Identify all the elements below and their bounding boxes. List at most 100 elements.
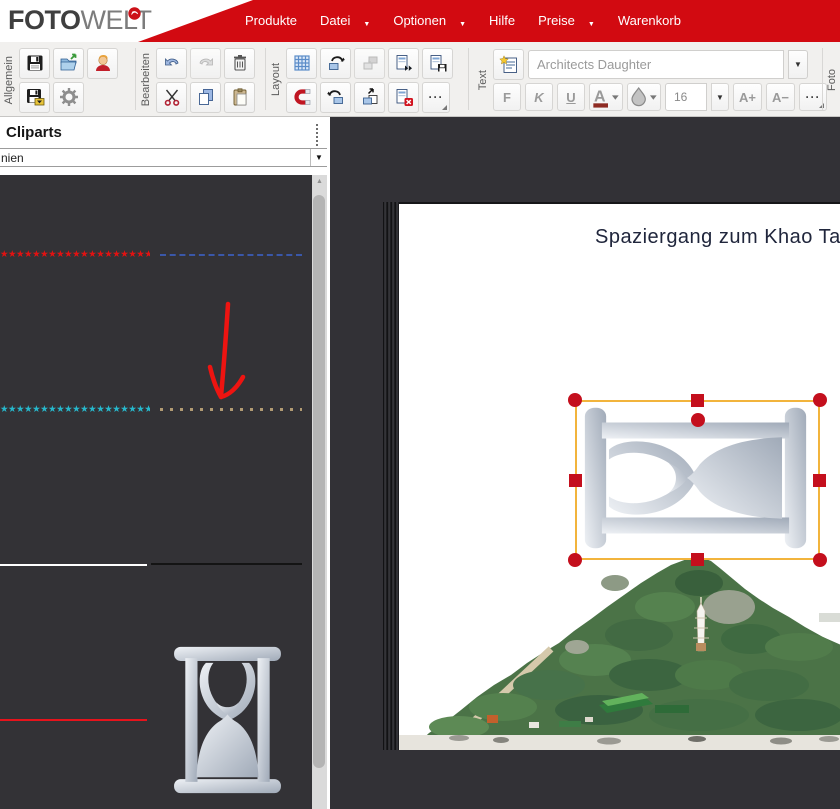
rotate-handle[interactable] xyxy=(691,413,705,427)
layout-more-button[interactable]: ··· xyxy=(422,82,450,113)
italic-button[interactable]: K xyxy=(525,83,553,111)
undo-icon xyxy=(162,53,182,73)
resize-handle-right[interactable] xyxy=(813,474,826,487)
font-size-input[interactable]: 16 xyxy=(665,83,707,111)
clipart-dashed-line-blue[interactable] xyxy=(160,254,302,256)
grid-button[interactable] xyxy=(286,48,317,79)
group-label-allgemein: Allgemein xyxy=(3,56,16,104)
clipart-hourglass[interactable] xyxy=(170,645,285,795)
page-save-icon xyxy=(428,53,448,73)
font-color-button[interactable]: A xyxy=(589,83,623,111)
align-button[interactable] xyxy=(354,48,385,79)
copy-button[interactable] xyxy=(190,82,221,113)
arrange-front-button[interactable] xyxy=(354,82,385,113)
font-family-select[interactable]: Architects Daughter xyxy=(528,50,784,79)
resize-handle-left[interactable] xyxy=(569,474,582,487)
resize-handle-top-left[interactable] xyxy=(568,393,582,407)
menu-hilfe[interactable]: Hilfe xyxy=(489,13,515,28)
resize-handle-bottom-left[interactable] xyxy=(568,553,582,567)
resize-handle-top[interactable] xyxy=(691,394,704,407)
snap-magnet-button[interactable] xyxy=(286,82,317,113)
svg-text:A: A xyxy=(594,88,606,105)
open-folder-icon xyxy=(59,53,79,73)
scissors-icon xyxy=(162,87,182,107)
font-family-dropdown-button[interactable]: ▼ xyxy=(788,50,808,79)
settings-button[interactable] xyxy=(53,82,84,113)
resize-handle-bottom-right[interactable] xyxy=(813,553,827,567)
menu-warenkorb[interactable]: Warenkorb xyxy=(618,13,681,28)
scrollbar-thumb[interactable] xyxy=(313,195,325,768)
cut-button[interactable] xyxy=(156,82,187,113)
undo-button[interactable] xyxy=(156,48,187,79)
menu-datei[interactable]: Datei▼ xyxy=(320,13,370,28)
delete-page-button[interactable] xyxy=(388,82,419,113)
add-textfield-icon xyxy=(499,55,519,75)
align-objects-icon xyxy=(360,53,380,73)
clipart-star-line-cyan[interactable]: ★★★★★★★★★★★★★★★★★★★★ xyxy=(0,403,150,417)
save-as-button[interactable] xyxy=(19,82,50,113)
app-window: FOTOWELT Produkte Datei▼ Optionen▼ Hilfe… xyxy=(0,0,840,809)
redo-icon xyxy=(196,53,216,73)
save-button[interactable] xyxy=(19,48,50,79)
menu-optionen[interactable]: Optionen▼ xyxy=(393,13,466,28)
mountain-photo[interactable] xyxy=(399,555,840,750)
clipart-category-dropdown-button[interactable]: ▼ xyxy=(310,149,327,166)
next-page-button[interactable] xyxy=(388,48,419,79)
bold-button[interactable]: F xyxy=(493,83,521,111)
open-project-button[interactable] xyxy=(53,48,84,79)
clipart-solid-line-red[interactable] xyxy=(0,719,147,721)
delete-button[interactable] xyxy=(224,48,255,79)
chevron-down-icon: ▼ xyxy=(716,93,724,102)
paste-button[interactable] xyxy=(224,82,255,113)
chevron-down-icon: ▼ xyxy=(315,153,323,162)
menu-preise[interactable]: Preise▼ xyxy=(538,13,595,28)
panel-title: Cliparts xyxy=(0,117,330,144)
clipart-solid-line-black[interactable] xyxy=(151,563,302,565)
toolbar-separator xyxy=(822,48,823,110)
profile-button[interactable] xyxy=(87,48,118,79)
fill-color-icon xyxy=(628,84,660,111)
clipart-solid-line-white[interactable] xyxy=(0,564,147,566)
group-label-layout: Layout xyxy=(270,63,283,96)
group-label-bearbeiten: Bearbeiten xyxy=(140,53,153,106)
underline-button[interactable]: U xyxy=(557,83,585,111)
copy-icon xyxy=(196,87,216,107)
rotate-left-button[interactable] xyxy=(320,48,351,79)
toolbar-separator xyxy=(265,48,266,110)
group-label-foto: Foto xyxy=(826,69,839,91)
save-page-button[interactable] xyxy=(422,48,453,79)
add-textfield-button[interactable] xyxy=(493,49,524,80)
top-menu-bar: FOTOWELT Produkte Datei▼ Optionen▼ Hilfe… xyxy=(0,0,840,42)
page-forward-icon xyxy=(394,53,414,73)
fill-color-button[interactable] xyxy=(627,83,661,111)
trash-icon xyxy=(230,53,250,73)
decrease-font-button[interactable]: A− xyxy=(766,83,795,111)
clipart-dotted-line-tan[interactable] xyxy=(160,408,302,411)
clipart-category-select[interactable]: nien ▼ xyxy=(0,148,327,167)
menu-produkte[interactable]: Produkte xyxy=(245,13,297,28)
redo-button[interactable] xyxy=(190,48,221,79)
increase-font-button[interactable]: A+ xyxy=(733,83,762,111)
floppy-badge-icon xyxy=(25,87,45,107)
clipart-list: ★★★★★★★★★★★★★★★★★★★★ ★★★★★★★★★★★★★★★★★★★… xyxy=(0,175,327,809)
rotate-right-button[interactable] xyxy=(320,82,351,113)
book-page[interactable]: Spaziergang zum Khao Takiab xyxy=(399,202,840,750)
clipart-category-value: nien xyxy=(0,149,310,166)
cliparts-panel: Cliparts nien ▼ ★★★★★★★★★★★★★★★★★★★★ ★★★… xyxy=(0,117,330,809)
chevron-down-icon: ▼ xyxy=(459,21,466,28)
clipart-scrollbar[interactable]: ▲ xyxy=(312,175,327,809)
grid-icon xyxy=(292,53,312,73)
resize-handle-bottom[interactable] xyxy=(691,553,704,566)
resize-handle-top-right[interactable] xyxy=(813,393,827,407)
scroll-up-icon[interactable]: ▲ xyxy=(312,178,327,185)
clipboard-icon xyxy=(230,87,250,107)
selected-clipart-frame[interactable] xyxy=(575,400,820,560)
font-size-dropdown-button[interactable]: ▼ xyxy=(711,83,729,111)
book-spine xyxy=(383,202,399,750)
font-color-icon: A xyxy=(590,84,622,111)
panel-drag-handle[interactable] xyxy=(316,124,318,146)
corner-expand-icon xyxy=(442,105,447,110)
page-title-text[interactable]: Spaziergang zum Khao Takiab xyxy=(595,226,840,249)
rotate-right-icon xyxy=(326,87,346,107)
clipart-star-line-red[interactable]: ★★★★★★★★★★★★★★★★★★★★ xyxy=(0,248,150,262)
